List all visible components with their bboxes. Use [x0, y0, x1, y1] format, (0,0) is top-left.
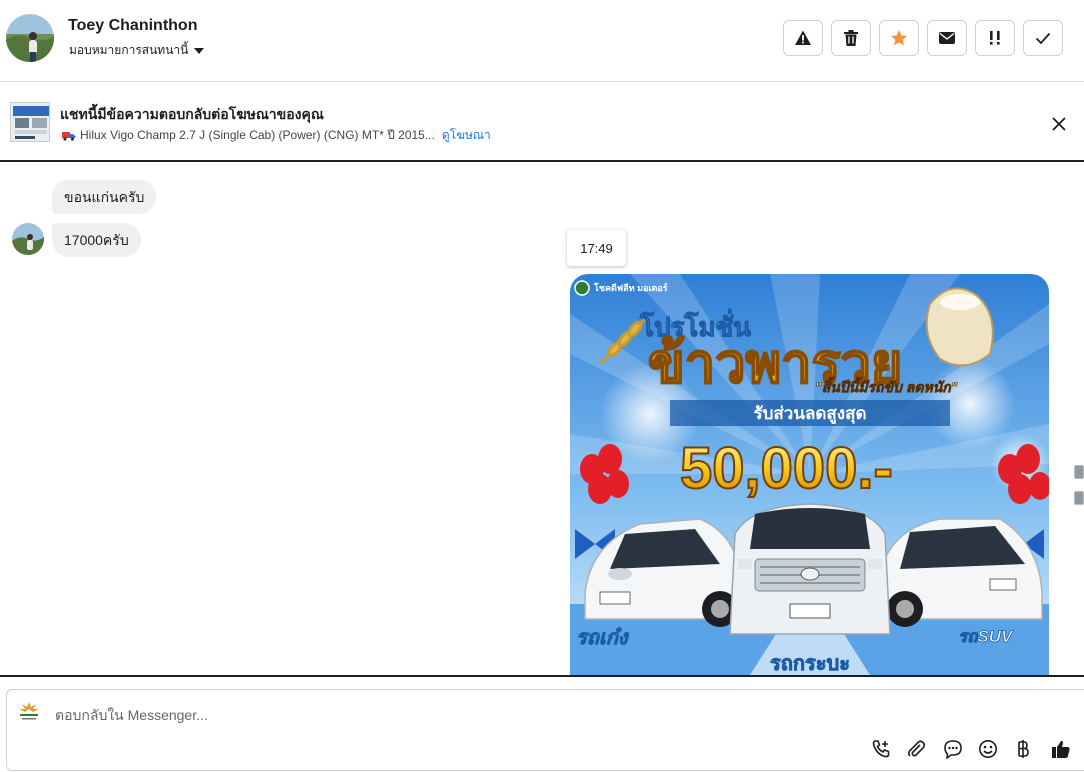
follow-up-button[interactable] [975, 20, 1015, 56]
message-composer [6, 689, 1084, 771]
caret-down-icon [194, 48, 205, 54]
ad-title-text: Hilux Vigo Champ 2.7 J (Single Cab) (Pow… [80, 128, 435, 142]
promo-label-right: รถSUV [958, 627, 1014, 646]
conversation-header: Toey Chaninthon มอบหมายการสนทนานี้ [0, 0, 1084, 82]
like-button[interactable] [1050, 738, 1072, 760]
saved-replies-button[interactable] [942, 738, 964, 760]
assign-conversation-dropdown[interactable]: มอบหมายการสนทนานี้ [69, 41, 205, 60]
side-panel-thumb[interactable] [1074, 491, 1084, 505]
check-icon [1035, 32, 1051, 45]
composer-area [0, 675, 1084, 772]
banner-title: แชทนี้มีข้อความตอบกลับต่อโฆษณาของคุณ [60, 106, 324, 122]
incoming-message[interactable]: 17000ครับ [52, 223, 141, 257]
exclamation-icon [990, 31, 1000, 45]
promo-tagline: "สิ้นปีนี้มีรถขับ ลดหนัก" [815, 376, 958, 395]
view-ad-link[interactable]: ดูโฆษณา [442, 126, 491, 145]
envelope-icon [939, 32, 955, 44]
promo-label-center: รถกระบะ [770, 653, 850, 675]
sender-avatar[interactable] [12, 223, 44, 255]
message-thread[interactable]: ขอนแก่นครับ 17000ครับ 17:49 โชคดีฟลีท มอ… [0, 163, 1084, 675]
mark-done-button[interactable] [1023, 20, 1063, 56]
delete-button[interactable] [831, 20, 871, 56]
mark-unread-button[interactable] [927, 20, 967, 56]
promo-amount: 50,000.- [680, 436, 893, 501]
close-icon [1052, 117, 1066, 131]
side-panel-thumb[interactable] [1074, 465, 1084, 479]
ad-thumbnail[interactable] [10, 102, 50, 142]
star-button[interactable] [879, 20, 919, 56]
contact-name: Toey Chaninthon [68, 17, 198, 34]
reply-input[interactable] [55, 704, 655, 726]
incoming-message[interactable]: ขอนแก่นครับ [52, 180, 157, 214]
trash-icon [844, 30, 858, 46]
chat-bubble-icon [944, 740, 962, 759]
truck-icon [62, 131, 76, 141]
report-spam-button[interactable] [783, 20, 823, 56]
promo-brand: โชคดีฟลีท มอเตอร์ [593, 282, 668, 293]
smiley-icon [979, 740, 997, 758]
attach-button[interactable] [905, 738, 927, 760]
promo-label-left: รถเก๋ง [576, 627, 630, 649]
warning-icon [795, 30, 811, 45]
contact-avatar[interactable] [6, 14, 54, 62]
page-logo-icon [16, 700, 42, 722]
paperclip-icon [907, 740, 926, 757]
emoji-button[interactable] [977, 738, 999, 760]
assign-label: มอบหมายการสนทนานี้ [69, 43, 189, 57]
promo-image-message[interactable]: โชคดีฟลีท มอเตอร์ โปรโมชั่น ข้าวพารวย "ส… [570, 274, 1049, 675]
payment-button[interactable] [1012, 738, 1034, 760]
call-button[interactable] [870, 738, 892, 760]
thumbs-up-icon [1052, 740, 1070, 758]
baht-icon [1018, 740, 1029, 758]
ad-info-row: Hilux Vigo Champ 2.7 J (Single Cab) (Pow… [62, 126, 491, 145]
close-banner-button[interactable] [1048, 113, 1070, 135]
ad-reply-banner: แชทนี้มีข้อความตอบกลับต่อโฆษณาของคุณ Hil… [0, 83, 1084, 162]
promo-discount-label: รับส่วนลดสูงสุด [753, 404, 866, 425]
phone-plus-icon [872, 740, 890, 758]
timestamp-tooltip: 17:49 [567, 230, 626, 266]
star-icon [891, 30, 907, 46]
